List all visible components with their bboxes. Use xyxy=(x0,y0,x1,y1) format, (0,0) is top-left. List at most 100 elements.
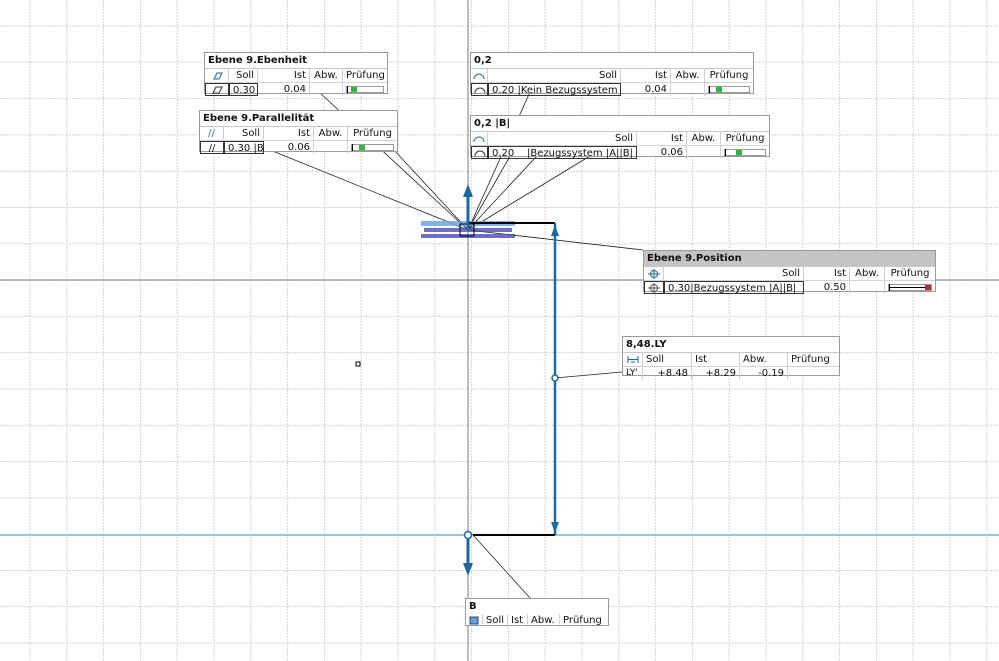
pruefung-header: Prüfung xyxy=(791,354,830,365)
check-marker xyxy=(716,87,722,92)
arrow-up-icon xyxy=(551,225,559,236)
check-gauge xyxy=(885,281,935,294)
flatness-icon xyxy=(205,83,229,96)
position-callout[interactable]: Ebene 9.Position Soll Ist Abw. Prüfung 0… xyxy=(643,250,936,294)
value-row: LY' +8.48 +8.29 -0.19 xyxy=(623,367,839,380)
surface-profile-b-callout[interactable]: 0,2 |B| Soll Ist Abw. Prüfung 0.20 |Bezu… xyxy=(470,115,770,159)
header-row: Soll Ist Abw. Prüfung xyxy=(205,69,387,83)
header-row: Soll Ist Abw. Prüfung xyxy=(623,353,839,367)
pruefung-header: Prüfung xyxy=(725,133,765,144)
callout-title: Ebene 9.Parallelität xyxy=(200,111,397,127)
datum-b-callout[interactable]: B Soll Ist Abw. Prüfung xyxy=(465,598,609,627)
callout-title: B xyxy=(469,601,477,612)
check-gauge xyxy=(705,83,753,96)
callout-title: Ebene 9.Position xyxy=(644,251,935,267)
soll-header: Soll xyxy=(643,353,692,366)
cad-viewport[interactable] xyxy=(0,0,999,661)
check-bar xyxy=(351,144,394,151)
distance-icon xyxy=(623,353,643,366)
abw-header: Abw. xyxy=(740,353,788,366)
header-row: // Soll Ist Abw. Prüfung xyxy=(200,127,397,141)
abw-header: Abw. xyxy=(687,132,721,145)
abw-value xyxy=(310,83,343,96)
check-bar xyxy=(888,284,932,291)
callout-title: 8,48.LY xyxy=(623,337,839,353)
pruefung-header: Prüfung xyxy=(709,70,749,81)
ist-value: 0.06 xyxy=(264,141,314,154)
ist-header: Ist xyxy=(264,127,314,140)
ist-value: 0.50 xyxy=(804,281,850,294)
soll-value: 0.30 |B xyxy=(224,141,264,154)
soll-header: Soll xyxy=(483,614,508,627)
ist-value: 0.06 xyxy=(637,146,687,159)
value-row: 0.20 |Bezugssystem |A||B| 0.06 xyxy=(471,146,769,159)
flatness-icon xyxy=(205,69,229,82)
flatness-callout[interactable]: Ebene 9.Ebenheit Soll Ist Abw. Prüfung 0… xyxy=(204,52,388,96)
soll-header: Soll xyxy=(224,127,264,140)
check-marker xyxy=(359,145,366,150)
abw-header: Abw. xyxy=(850,267,885,280)
value-row: 0.30|Bezugssystem |A||B| 0.50 xyxy=(644,281,935,294)
check-tick xyxy=(347,86,348,93)
check-tick xyxy=(725,149,726,156)
position-icon xyxy=(644,281,664,294)
surface-profile-icon xyxy=(471,83,488,96)
distance-label: LY' xyxy=(623,367,643,380)
parallelism-callout[interactable]: Ebene 9.Parallelität // Soll Ist Abw. Pr… xyxy=(199,110,398,154)
parallelism-icon: // xyxy=(200,141,224,154)
point-marker[interactable] xyxy=(355,361,361,367)
soll-value: 0.20 |Bezugssystem |A||B| xyxy=(488,146,637,159)
abw-header: Abw. xyxy=(314,127,348,140)
surface-profile-callout[interactable]: 0,2 Soll Ist Abw. Prüfung 0.20 |Kein Bez… xyxy=(470,52,754,96)
check-tick xyxy=(709,86,710,93)
check-value xyxy=(788,367,839,380)
callout-title: Ebene 9.Ebenheit xyxy=(205,53,387,69)
surface-profile-icon xyxy=(471,132,488,145)
abw-header: Abw. xyxy=(671,69,705,82)
abw-value xyxy=(314,141,348,154)
distance-midpoint[interactable] xyxy=(551,374,559,382)
pruefung-header: Prüfung xyxy=(563,615,602,626)
callout-title: 0,2 |B| xyxy=(471,116,769,132)
check-line xyxy=(889,287,925,288)
value-row: 0.20 |Kein Bezugssystem 0.04 xyxy=(471,83,753,96)
soll-value: +8.48 xyxy=(643,367,692,380)
leader-lines xyxy=(269,91,644,599)
soll-header: Soll xyxy=(488,69,621,82)
soll-value: 0.30|Bezugssystem |A||B| xyxy=(664,281,804,294)
value-row: 0.30 0.04 xyxy=(205,83,387,96)
ist-header: Ist xyxy=(804,267,850,280)
soll-value: 0.20 |Kein Bezugssystem xyxy=(488,83,621,96)
soll-value: 0.30 xyxy=(229,83,258,96)
ist-value: +8.29 xyxy=(692,367,740,380)
datum-b-point[interactable] xyxy=(463,530,473,540)
ist-header: Ist xyxy=(637,132,687,145)
check-gauge xyxy=(343,83,387,96)
pruefung-header: Prüfung xyxy=(346,70,385,81)
abw-header: Abw. xyxy=(310,69,343,82)
check-bar xyxy=(346,86,384,93)
check-marker xyxy=(925,285,931,290)
surface-profile-icon xyxy=(471,69,488,82)
grid xyxy=(0,0,999,661)
check-tick xyxy=(352,144,353,151)
ist-header: Ist xyxy=(621,69,671,82)
callout-title: 0,2 xyxy=(471,53,753,69)
abw-value: -0.19 xyxy=(740,367,788,380)
check-marker xyxy=(350,87,357,92)
abw-value xyxy=(671,83,705,96)
arrow-down-icon xyxy=(551,522,559,533)
check-bar xyxy=(724,149,766,156)
parallelism-icon: // xyxy=(200,127,224,140)
soll-header: Soll xyxy=(664,267,804,280)
header-row: Soll Ist Abw. Prüfung xyxy=(471,69,753,83)
abw-value xyxy=(687,146,721,159)
header-row: Soll Ist Abw. Prüfung xyxy=(471,132,769,146)
header-row: Soll Ist Abw. Prüfung xyxy=(644,267,935,281)
distance-callout[interactable]: 8,48.LY Soll Ist Abw. Prüfung LY' +8.48 … xyxy=(622,336,840,380)
surface-profile-icon xyxy=(471,146,488,159)
pruefung-header: Prüfung xyxy=(353,128,392,139)
position-icon xyxy=(644,267,664,280)
abw-header: Abw. xyxy=(528,614,560,627)
check-marker xyxy=(736,150,742,155)
